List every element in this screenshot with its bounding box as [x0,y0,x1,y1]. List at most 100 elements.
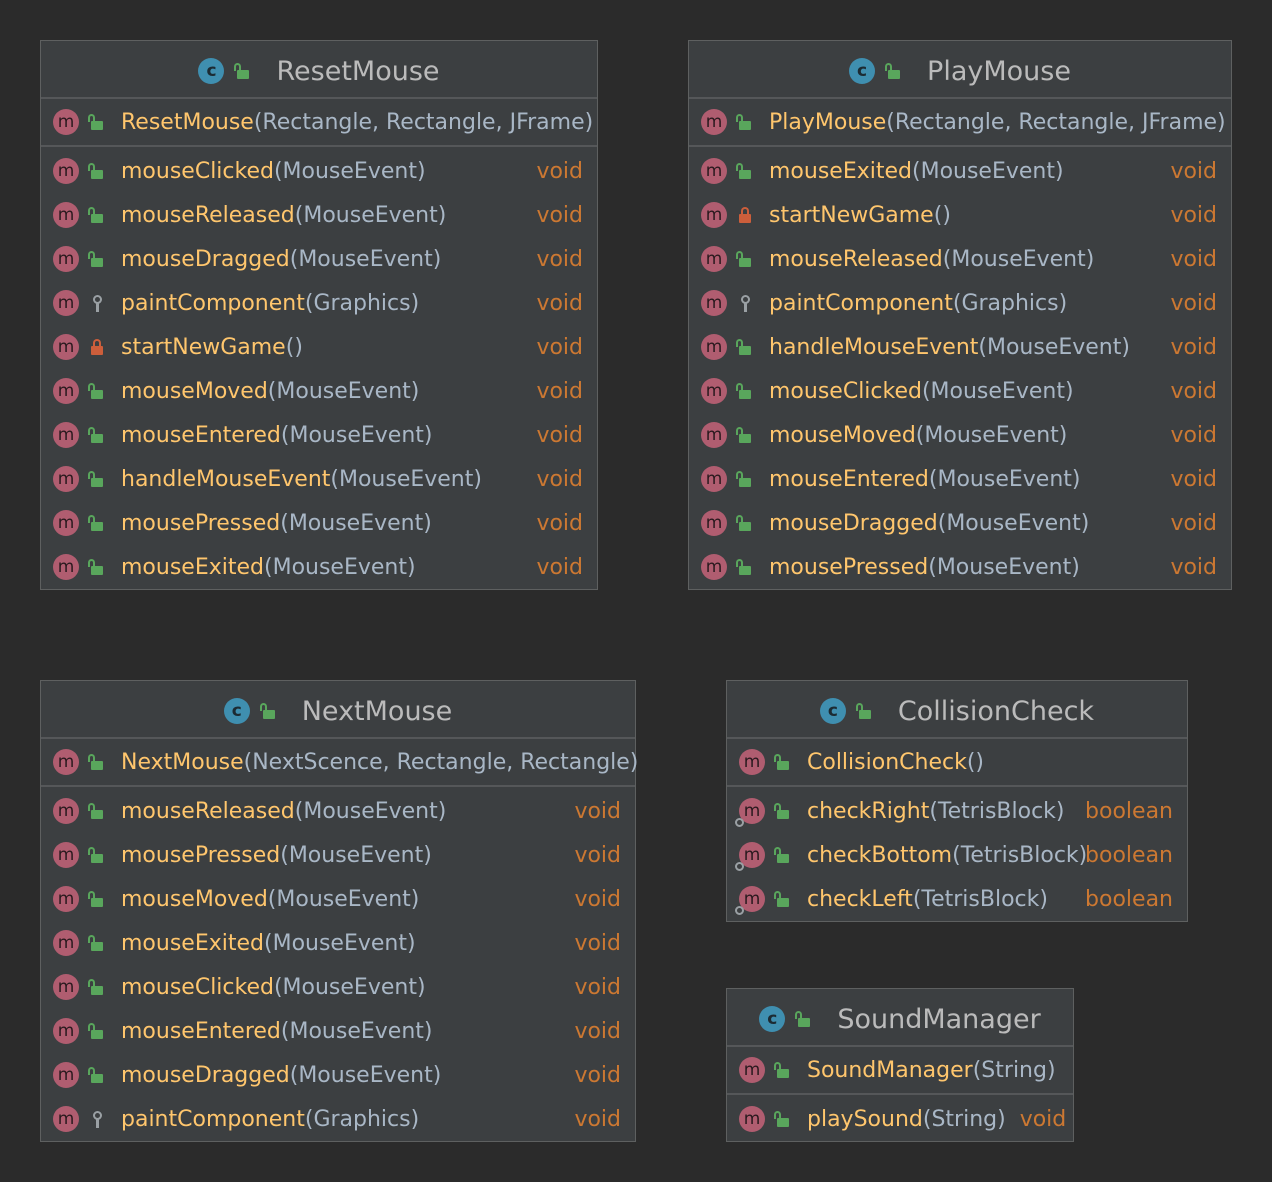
method-icon: m [701,246,727,272]
method-row-start-new-game[interactable]: m startNewGame() void [689,193,1231,237]
method-row-mouse-dragged[interactable]: m mouseDragged (MouseEvent) void [689,501,1231,545]
method-icon: m [53,290,79,316]
constructor-params: (String) [972,1057,1056,1083]
method-row-check-right[interactable]: m checkRight (TetrisBlock) boolean [727,789,1187,833]
class-box-sound-manager[interactable]: c SoundManager m SoundManager (String) m playS… [726,988,1074,1142]
method-row-mouse-entered[interactable]: m mouseEntered (MouseEvent) void [689,457,1231,501]
method-icon: m [53,554,79,580]
method-row-mouse-clicked[interactable]: m mouseClicked (MouseEvent) void [41,149,597,193]
method-params: (MouseEvent) [912,158,1064,184]
method-icon: m [701,202,727,228]
class-header: c CollisionCheck [727,681,1187,739]
return-type: void [574,842,621,868]
public-unlock-icon [88,514,106,532]
method-icon: m [53,510,79,536]
class-box-next-mouse[interactable]: c NextMouse m NextMouse (NextScence, Rectang… [40,680,638,1142]
method-name: mouseExited [121,554,264,580]
methods-section: m mouseExited (MouseEvent) void m startNewGam… [689,147,1231,589]
return-type: void [1019,1106,1067,1132]
constructor-row[interactable]: m ResetMouse (Rectangle, Rectangle, JFrame… [41,102,597,142]
method-params: (MouseEvent) [267,886,420,912]
method-icon: m [701,109,727,135]
method-icon: m [701,158,727,184]
method-name: mouseDragged [769,510,938,536]
constructor-row[interactable]: m CollisionCheck() [727,742,1187,782]
return-type: void [536,510,583,536]
class-box-reset-mouse[interactable]: c ResetMouse m ResetMouse (Rectangle, Rectan… [40,40,598,590]
public-unlock-icon [88,113,106,131]
method-name: mouseMoved [121,886,268,912]
return-type: void [536,158,583,184]
method-name: mouseReleased [769,246,943,272]
method-params: (TetrisBlock) [952,842,1088,868]
method-row-mouse-released[interactable]: m mouseReleased (MouseEvent) void [689,237,1231,281]
method-row-mouse-moved[interactable]: m mouseMoved (MouseEvent) void [41,877,635,921]
method-row-mouse-dragged[interactable]: m mouseDragged (MouseEvent) void [41,237,597,281]
method-row-check-bottom[interactable]: m checkBottom (TetrisBlock) boolean [727,833,1187,877]
return-type: void [574,930,621,956]
method-name: playSound [807,1106,923,1132]
method-row-mouse-pressed[interactable]: m mousePressed (MouseEvent) void [689,545,1231,589]
method-row-start-new-game[interactable]: m startNewGame() void [41,325,597,369]
class-box-collision-check[interactable]: c CollisionCheck m CollisionCheck() m checkRi… [726,680,1188,922]
constructor-row[interactable]: m PlayMouse (Rectangle, Rectangle, JFrame) [689,102,1231,142]
public-unlock-icon [795,1010,813,1028]
method-name: startNewGame [769,202,934,228]
public-unlock-icon [259,702,278,720]
constructor-section: m PlayMouse (Rectangle, Rectangle, JFrame) [689,99,1231,147]
public-unlock-icon [885,62,903,80]
return-type: void [574,886,621,912]
constructor-row[interactable]: m NextMouse (NextScence, Rectangle, Rectan… [41,742,638,782]
method-icon: m [53,798,79,824]
method-params: () [933,202,951,228]
method-row-mouse-entered[interactable]: m mouseEntered (MouseEvent) void [41,413,597,457]
method-name: startNewGame [121,334,286,360]
method-row-mouse-released[interactable]: m mouseReleased (MouseEvent) void [41,193,597,237]
constructor-name: CollisionCheck [807,749,967,775]
method-icon: m [53,466,79,492]
method-row-mouse-moved[interactable]: m mouseMoved (MouseEvent) void [689,413,1231,457]
method-row-mouse-released[interactable]: m mouseReleased (MouseEvent) void [41,789,635,833]
method-row-mouse-moved[interactable]: m mouseMoved (MouseEvent) void [41,369,597,413]
method-name: checkBottom [807,842,953,868]
public-unlock-icon [736,113,754,131]
method-row-mouse-exited[interactable]: m mouseExited (MouseEvent) void [689,149,1231,193]
method-row-paint-component[interactable]: m paintComponent (Graphics) void [41,1097,635,1141]
constructor-row[interactable]: m SoundManager (String) [727,1050,1073,1090]
public-unlock-icon [88,802,106,820]
return-type: void [1170,554,1217,580]
method-icon: m [53,749,79,775]
method-params: (MouseEvent) [264,554,416,580]
method-icon: m [735,842,765,871]
private-lock-icon [736,206,754,224]
method-row-mouse-pressed[interactable]: m mousePressed (MouseEvent) void [41,833,635,877]
public-unlock-icon [88,978,106,996]
method-icon: m [739,1057,765,1083]
method-row-mouse-clicked[interactable]: m mouseClicked (MouseEvent) void [41,965,635,1009]
method-row-handle-mouse-event[interactable]: m handleMouseEvent (MouseEvent) void [689,325,1231,369]
method-row-mouse-entered[interactable]: m mouseEntered (MouseEvent) void [41,1009,635,1053]
method-row-mouse-exited[interactable]: m mouseExited (MouseEvent) void [41,545,597,589]
return-type: void [574,1106,621,1132]
public-unlock-icon [736,382,754,400]
method-row-mouse-pressed[interactable]: m mousePressed (MouseEvent) void [41,501,597,545]
method-row-mouse-clicked[interactable]: m mouseClicked (MouseEvent) void [689,369,1231,413]
method-row-check-left[interactable]: m checkLeft (TetrisBlock) boolean [727,877,1187,921]
return-type: void [1170,290,1217,316]
method-row-handle-mouse-event[interactable]: m handleMouseEvent (MouseEvent) void [41,457,597,501]
method-row-mouse-exited[interactable]: m mouseExited (MouseEvent) void [41,921,635,965]
method-row-play-sound[interactable]: m playSound (String) void [727,1097,1073,1141]
method-row-paint-component[interactable]: m paintComponent (Graphics) void [41,281,597,325]
public-unlock-icon [736,426,754,444]
method-row-paint-component[interactable]: m paintComponent (Graphics) void [689,281,1231,325]
public-unlock-icon [88,470,106,488]
method-name: mouseReleased [121,202,295,228]
constructor-section: m CollisionCheck() [727,739,1187,787]
method-params: (Graphics) [952,290,1068,316]
return-type: void [536,246,583,272]
method-params: () [285,334,303,360]
method-params: (MouseEvent) [273,158,426,184]
method-row-mouse-dragged[interactable]: m mouseDragged (MouseEvent) void [41,1053,635,1097]
method-icon: m [53,158,79,184]
class-box-play-mouse[interactable]: c PlayMouse m PlayMouse (Rectangle, Rectangl… [688,40,1232,590]
